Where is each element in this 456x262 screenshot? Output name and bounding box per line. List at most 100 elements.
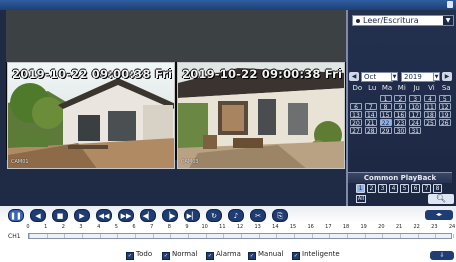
timeline-hour-mark	[205, 234, 207, 238]
frame-step-button[interactable]: ▶▏	[184, 209, 200, 222]
calendar-week-row: 20 21 22 23 24 25 26	[350, 119, 454, 127]
month-select[interactable]: Oct	[361, 72, 393, 82]
calendar-day[interactable]: 29	[379, 127, 392, 135]
calendar-day[interactable]: 25	[423, 119, 436, 127]
calendar-day[interactable]: 26	[438, 119, 451, 127]
calendar-day[interactable]: 10	[409, 103, 422, 111]
channel-checkbox[interactable]: 1	[356, 184, 365, 193]
calendar-day[interactable]: 27	[350, 127, 362, 135]
search-button[interactable]: 🔍︎	[428, 194, 454, 204]
stop-button[interactable]: ■	[52, 209, 68, 222]
calendar-day[interactable]: 21	[364, 119, 377, 127]
calendar-day[interactable]: 20	[350, 119, 362, 127]
timeline-hour-mark	[64, 234, 66, 238]
export-button[interactable]: ⇩	[430, 251, 454, 260]
timeline-zoom-button[interactable]: ◂▸	[425, 210, 453, 220]
calendar-day[interactable]: 17	[409, 111, 422, 119]
timeline-hour-mark	[135, 234, 136, 238]
empty-video-region	[6, 10, 346, 62]
calendar-day[interactable]: 13	[350, 111, 362, 119]
timeline-hour-label: 5	[114, 224, 118, 230]
channel-checkbox[interactable]: 3	[378, 184, 387, 193]
calendar-day[interactable]: 8	[379, 103, 392, 111]
channel-checkbox[interactable]: 2	[367, 184, 376, 193]
next-month-arrow-icon[interactable]: ▶	[442, 72, 452, 81]
calendar-day[interactable]: 16	[394, 111, 407, 119]
scissors-icon: ✂	[255, 212, 261, 220]
timeline-hour-label: 23	[431, 224, 438, 230]
channel-checkbox[interactable]: 6	[411, 184, 420, 193]
record-filter-checkbox[interactable]: ✓ Todo	[126, 249, 152, 260]
checkbox-checked-icon: ✓	[206, 252, 214, 260]
slow-backward-button[interactable]: ◀▏	[140, 209, 156, 222]
calendar-week-row: 6 7 8 9 10 11 12	[350, 103, 454, 111]
video-area: 2019-10-22 09:00:38 Fri CAM01 2019-10-22…	[6, 10, 346, 169]
previous-button[interactable]: ◀	[30, 209, 46, 222]
calendar-day[interactable]: 30	[394, 127, 407, 135]
calendar-day[interactable]: 5	[438, 95, 451, 103]
timeline-hour-label: 11	[219, 224, 226, 230]
all-channels-button[interactable]: All	[356, 195, 366, 203]
calendar-day[interactable]: 18	[423, 111, 436, 119]
slow-forward-button[interactable]: ▕▶	[162, 209, 178, 222]
calendar-day[interactable]: 23	[394, 119, 407, 127]
weekday-label: Lu	[368, 84, 377, 92]
calendar-day[interactable]: 12	[438, 103, 451, 111]
playback-mode-select[interactable]: Leer/Escritura ▼	[352, 15, 454, 26]
pause-button[interactable]: ❚❚	[8, 209, 24, 222]
chevron-down-icon[interactable]: ▼	[443, 16, 453, 25]
play-button[interactable]: ▶	[74, 209, 90, 222]
record-filter-checkbox[interactable]: ✓ Normal	[162, 249, 197, 260]
common-playback-header: Common PlayBack	[348, 172, 452, 183]
backup-icon: ⎘	[277, 212, 283, 220]
timeline-hour-mark	[241, 234, 242, 238]
record-filter-checkbox[interactable]: ✓ Manual	[248, 249, 283, 260]
record-filter-checkbox[interactable]: ✓ Inteligente	[292, 249, 340, 260]
timeline-hour-mark	[453, 234, 454, 238]
timeline-hour-mark	[400, 234, 401, 238]
repeat-icon: ↻	[211, 212, 217, 220]
calendar-day[interactable]: 31	[409, 127, 422, 135]
year-select[interactable]: 2019	[401, 72, 435, 82]
video-tile-cam01[interactable]: 2019-10-22 09:00:38 Fri CAM01	[7, 62, 175, 169]
audio-button[interactable]: ♪	[228, 209, 244, 222]
calendar-day[interactable]: 15	[379, 111, 392, 119]
calendar-day[interactable]: 9	[394, 103, 407, 111]
calendar-day[interactable]: 1	[379, 95, 392, 103]
calendar-day[interactable]: 2	[394, 95, 407, 103]
channel-checkbox[interactable]: 7	[422, 184, 431, 193]
channel-checkbox[interactable]: 8	[433, 184, 442, 193]
calendar-day[interactable]: 11	[423, 103, 436, 111]
record-filter-checkbox[interactable]: ✓ Alarma	[206, 249, 241, 260]
play-icon: ▶	[79, 212, 85, 220]
calendar-empty-cell	[365, 95, 377, 102]
calendar-day[interactable]: 3	[409, 95, 422, 103]
repeat-button[interactable]: ↻	[206, 209, 222, 222]
record-filter-label: Alarma	[216, 250, 241, 258]
clip-button[interactable]: ✂	[250, 209, 266, 222]
checkbox-checked-icon: ✓	[126, 252, 134, 260]
calendar-grid: 1 2 3 4 5 6 7 8 9 10 11 12 13 14 15 16 17 18 19 20 21 22 23 24 2…	[350, 95, 454, 135]
calendar-day[interactable]: 19	[438, 111, 451, 119]
month-dropdown-icon[interactable]: ▼	[391, 72, 398, 81]
timeline-hour-label: 6	[132, 224, 136, 230]
calendar-navigation: ◀ Oct ▼ 2019 ▼ ▶	[349, 72, 453, 82]
year-dropdown-icon[interactable]: ▼	[433, 72, 440, 81]
fast-forward-button[interactable]: ▶▶	[118, 209, 134, 222]
calendar-day[interactable]: 22	[379, 119, 392, 127]
calendar-day[interactable]: 7	[364, 103, 377, 111]
prev-month-arrow-icon[interactable]: ◀	[349, 72, 359, 81]
channel-checkbox[interactable]: 4	[389, 184, 398, 193]
video-tile-cam03[interactable]: 2019-10-22 09:00:38 Fri CAM03	[177, 62, 345, 169]
timeline-bar[interactable]	[28, 233, 454, 239]
timeline-hour-mark	[46, 234, 48, 238]
calendar-day[interactable]: 14	[364, 111, 377, 119]
backup-button[interactable]: ⎘	[272, 209, 288, 222]
window-corner-button[interactable]	[447, 1, 453, 8]
calendar-day[interactable]: 24	[409, 119, 422, 127]
channel-checkbox[interactable]: 5	[400, 184, 409, 193]
calendar-day[interactable]: 6	[350, 103, 362, 111]
calendar-day[interactable]: 28	[364, 127, 377, 135]
fast-backward-button[interactable]: ◀◀	[96, 209, 112, 222]
calendar-day[interactable]: 4	[423, 95, 436, 103]
